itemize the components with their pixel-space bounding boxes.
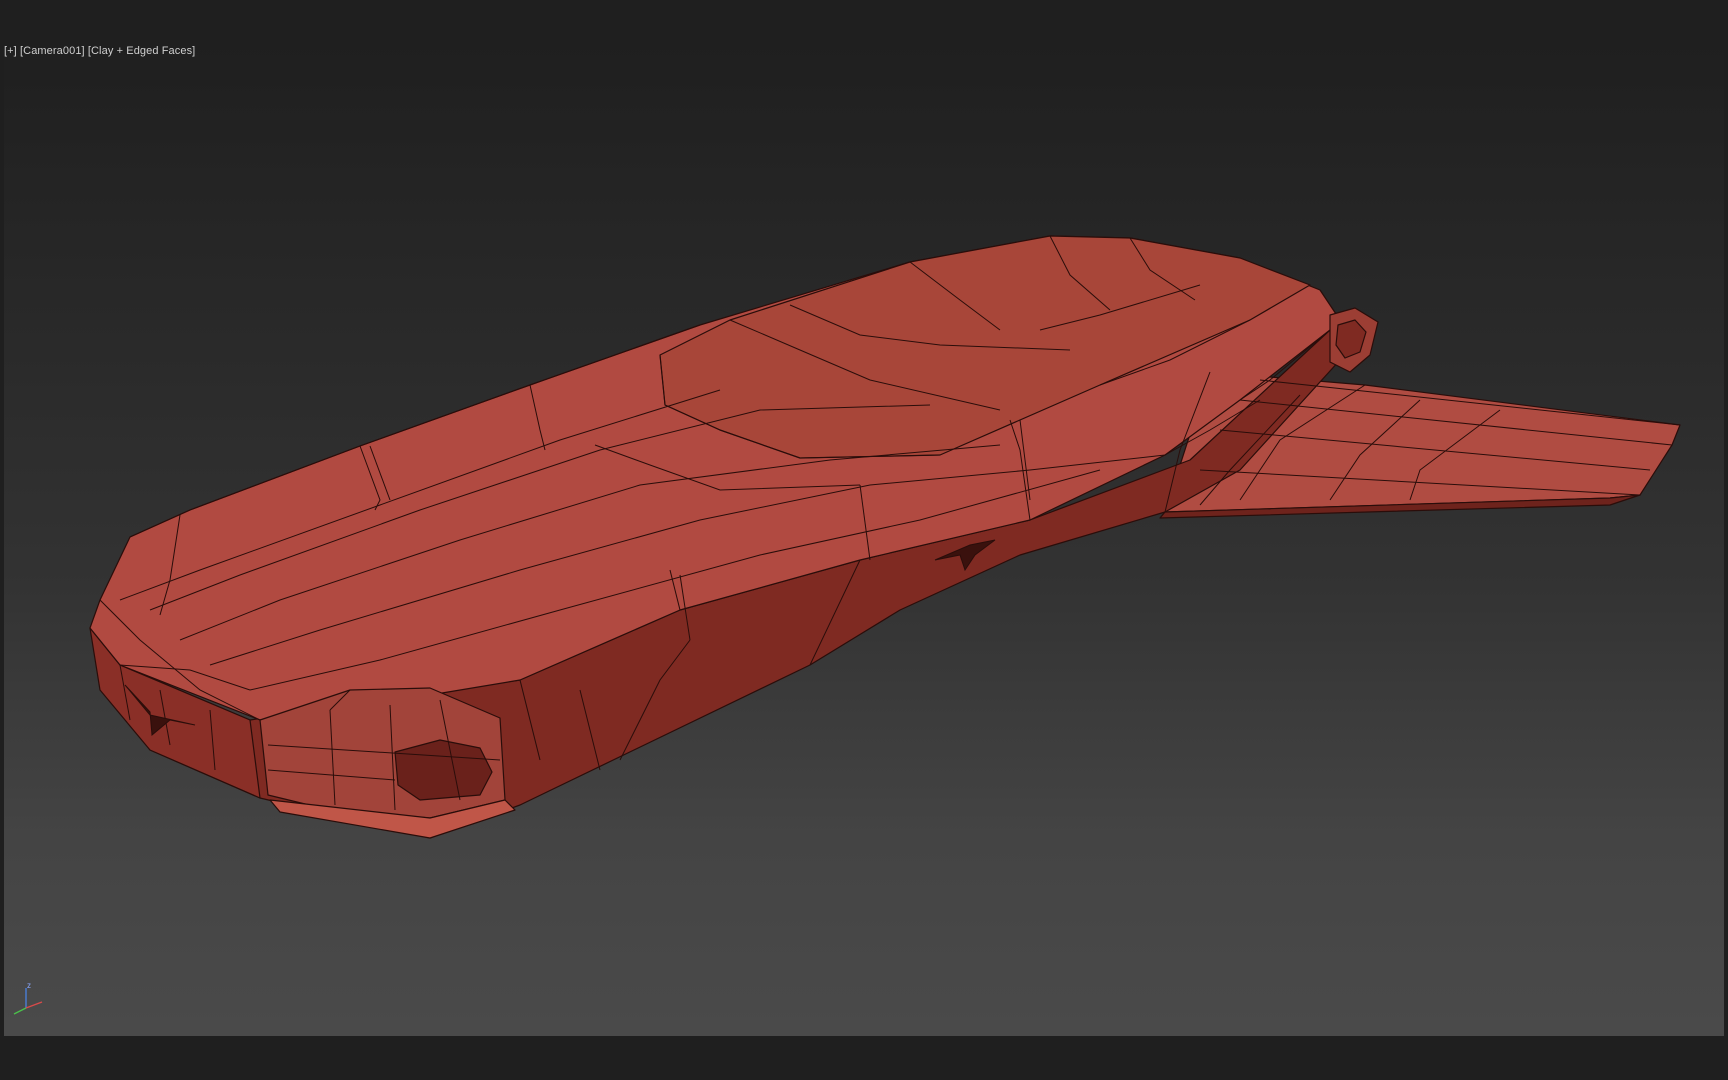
front-intake-recess bbox=[394, 739, 493, 801]
spaceship-model bbox=[89, 235, 1681, 839]
axis-gizmo-icon: z bbox=[13, 981, 43, 1015]
viewport-bottom-bar bbox=[0, 1036, 1728, 1080]
axis-z-label: z bbox=[27, 981, 31, 990]
